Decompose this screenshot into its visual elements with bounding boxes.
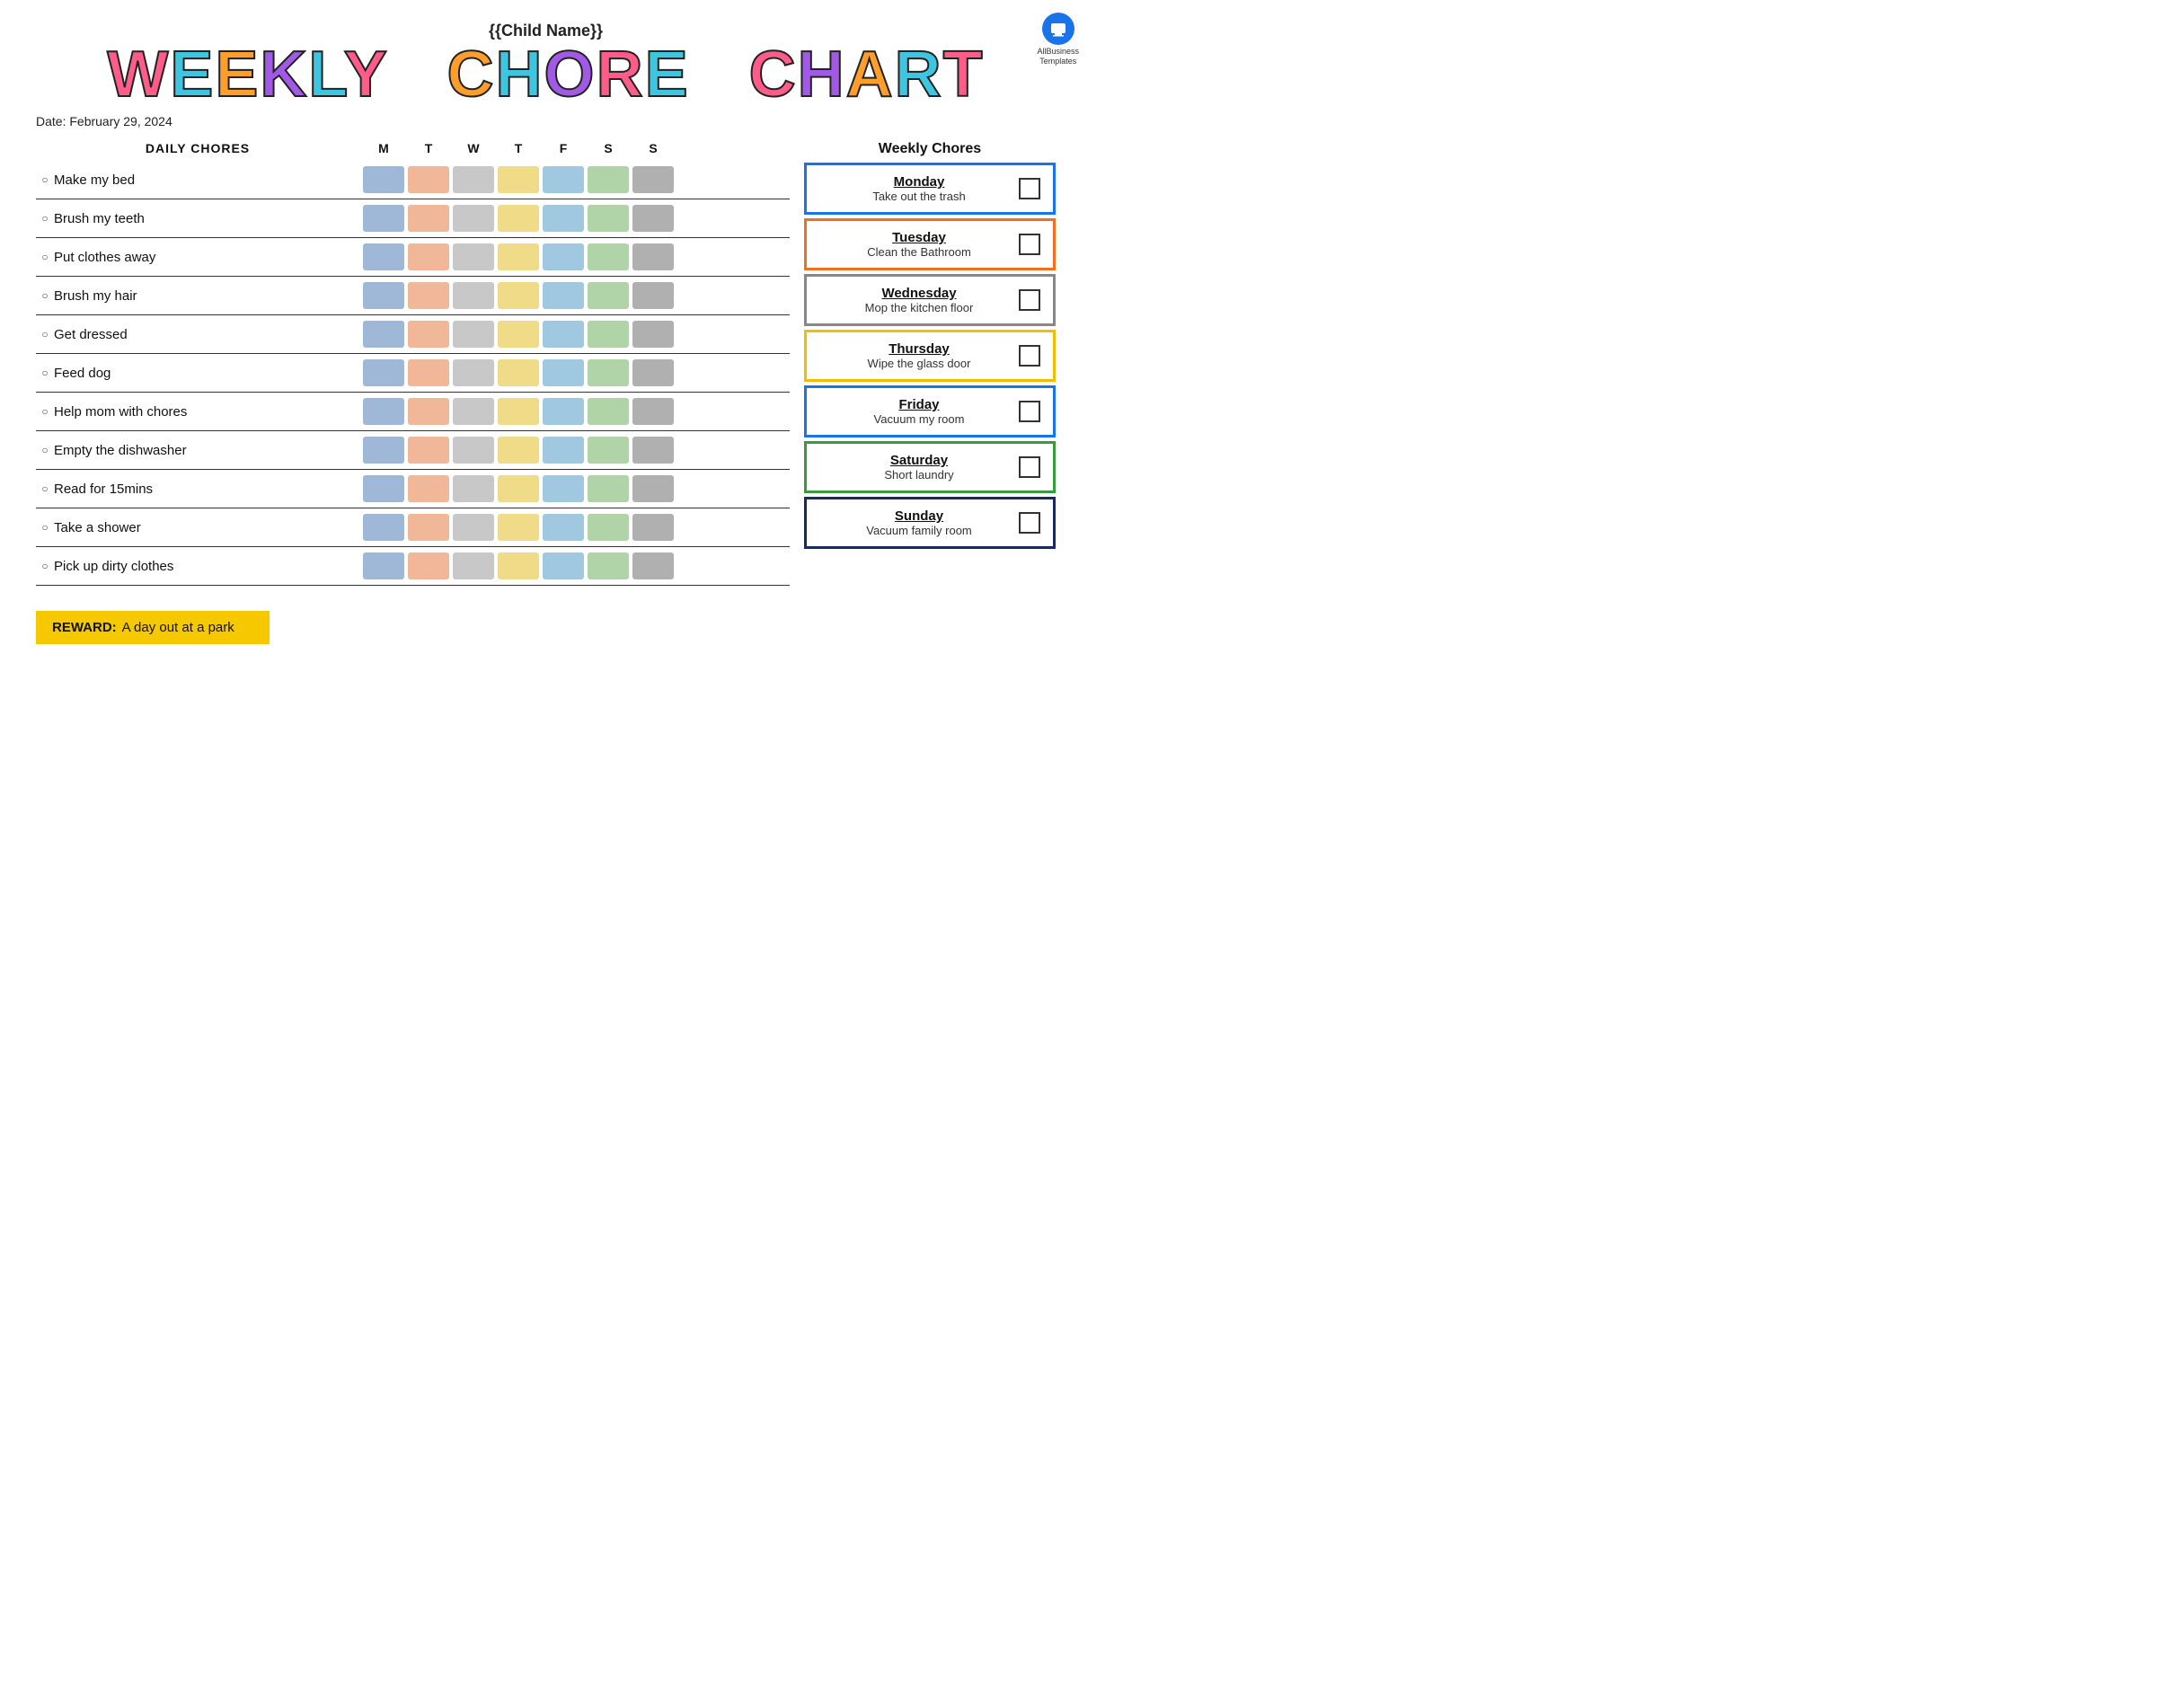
weekly-chore-wednesday: Mop the kitchen floor	[819, 301, 1019, 314]
logo-area: AllBusiness Templates	[1037, 13, 1079, 66]
weekly-item-tuesday: Tuesday Clean the Bathroom	[804, 218, 1056, 270]
date-label: Date: February 29, 2024	[36, 114, 1056, 128]
weekly-chores-section: Weekly Chores Monday Take out the trash …	[804, 141, 1056, 552]
weekly-item-wednesday: Wednesday Mop the kitchen floor	[804, 274, 1056, 326]
day-header-S2: S	[632, 141, 674, 155]
weekly-chore-tuesday: Clean the Bathroom	[819, 245, 1019, 259]
logo-icon	[1042, 13, 1074, 45]
chore-row: ○ Help mom with chores	[36, 393, 790, 431]
page-title: WEEKLY CHORE CHART	[36, 42, 1056, 107]
chore-row: ○ Take a shower	[36, 508, 790, 547]
weekly-day-monday: Monday	[819, 174, 1019, 190]
weekly-day-wednesday: Wednesday	[819, 286, 1019, 301]
weekly-chore-sunday: Vacuum family room	[819, 524, 1019, 537]
friday-checkbox[interactable]	[1019, 401, 1040, 422]
weekly-day-sunday: Sunday	[819, 508, 1019, 524]
weekly-chore-monday: Take out the trash	[819, 190, 1019, 203]
table-header-row: DAILY CHORES M T W T F S S	[36, 141, 790, 155]
weekly-chore-saturday: Short laundry	[819, 468, 1019, 482]
weekly-chore-thursday: Wipe the glass door	[819, 357, 1019, 370]
chore-row: ○ Read for 15mins	[36, 470, 790, 508]
sunday-checkbox[interactable]	[1019, 512, 1040, 534]
weekly-day-saturday: Saturday	[819, 453, 1019, 468]
day-header-M: M	[363, 141, 404, 155]
saturday-checkbox[interactable]	[1019, 456, 1040, 478]
weekly-item-sunday: Sunday Vacuum family room	[804, 497, 1056, 549]
weekly-item-thursday: Thursday Wipe the glass door	[804, 330, 1056, 382]
day-header-W: W	[453, 141, 494, 155]
chore-row: ○ Get dressed	[36, 315, 790, 354]
weekly-day-friday: Friday	[819, 397, 1019, 412]
tuesday-checkbox[interactable]	[1019, 234, 1040, 255]
day-header-T1: T	[408, 141, 449, 155]
day-header-T2: T	[498, 141, 539, 155]
main-layout: DAILY CHORES M T W T F S S ○ Make my bed…	[36, 141, 1056, 644]
monday-checkbox[interactable]	[1019, 178, 1040, 199]
chore-row: ○ Brush my teeth	[36, 199, 790, 238]
wednesday-checkbox[interactable]	[1019, 289, 1040, 311]
weekly-day-tuesday: Tuesday	[819, 230, 1019, 245]
weekly-item-monday: Monday Take out the trash	[804, 163, 1056, 215]
child-name: {{Child Name}}	[36, 22, 1056, 40]
reward-box: REWARD: A day out at a park	[36, 611, 270, 644]
chore-row: ○ Pick up dirty clothes	[36, 547, 790, 586]
weekly-item-friday: Friday Vacuum my room	[804, 385, 1056, 437]
logo-line1: AllBusiness	[1037, 47, 1079, 57]
chore-row: ○ Brush my hair	[36, 277, 790, 315]
day-header-F: F	[543, 141, 584, 155]
chores-column-header: DAILY CHORES	[36, 141, 359, 155]
weekly-chore-friday: Vacuum my room	[819, 412, 1019, 426]
chore-row: ○ Put clothes away	[36, 238, 790, 277]
weekly-item-saturday: Saturday Short laundry	[804, 441, 1056, 493]
chore-row: ○ Feed dog	[36, 354, 790, 393]
thursday-checkbox[interactable]	[1019, 345, 1040, 367]
chore-row: ○ Make my bed	[36, 161, 790, 199]
weekly-day-thursday: Thursday	[819, 341, 1019, 357]
logo-line2: Templates	[1039, 57, 1076, 66]
reward-label: REWARD:	[52, 620, 117, 635]
reward-text: A day out at a park	[122, 620, 234, 635]
day-columns-header: M T W T F S S	[363, 141, 674, 155]
daily-chores-section: DAILY CHORES M T W T F S S ○ Make my bed…	[36, 141, 790, 644]
chore-row: ○ Empty the dishwasher	[36, 431, 790, 470]
day-header-S1: S	[588, 141, 629, 155]
weekly-chores-header: Weekly Chores	[804, 141, 1056, 157]
